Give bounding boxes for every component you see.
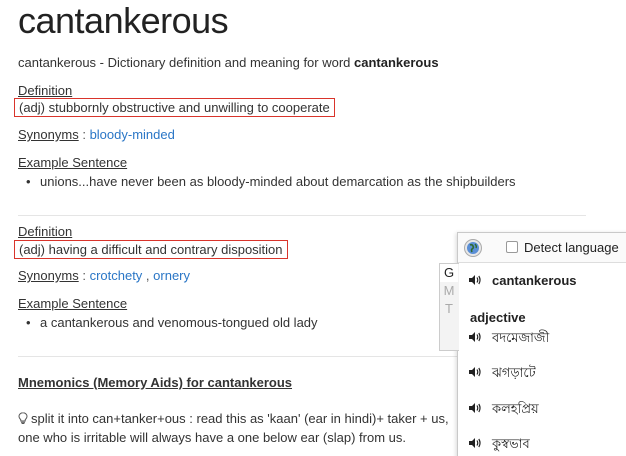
synonyms-label: Synonyms [18, 268, 79, 283]
divider [18, 215, 586, 216]
mnemonics-line: split it into can+tanker+ous : read this… [31, 411, 449, 426]
globe-icon[interactable] [464, 239, 482, 257]
tab-t[interactable]: T [440, 300, 458, 318]
translation-item: কলহপ্রিয় [468, 400, 539, 421]
example-label: Example Sentence [18, 296, 128, 311]
definition-label: Definition [18, 83, 73, 98]
tab-m[interactable]: M [440, 282, 458, 300]
lightbulb-icon [18, 410, 28, 424]
synonyms-label: Synonyms [18, 127, 79, 142]
synonym-link[interactable]: ornery [153, 268, 190, 283]
speaker-icon[interactable] [468, 402, 482, 414]
example-sentence: a cantankerous and venomous-tongued old … [28, 315, 318, 330]
translation-text: ঝগড়াটে [492, 365, 536, 380]
translation-item: ঝগড়াটে [468, 364, 536, 385]
translation-text: বদমেজাজী [492, 330, 550, 345]
translate-word-row: cantankerous [468, 273, 577, 288]
synonyms-row: Synonyms : bloody-minded [18, 127, 175, 142]
example-list: a cantankerous and venomous-tongued old … [28, 315, 318, 330]
translate-popup-header: Detect language [458, 233, 626, 263]
definition-label: Definition [18, 224, 73, 239]
mnemonics-line: one who is irritable will always have a … [18, 430, 407, 445]
translation-text: কুস্বভাব [492, 436, 530, 451]
mnemonics-text: split it into can+tanker+ous : read this… [18, 409, 468, 447]
speaker-icon[interactable] [468, 274, 482, 286]
translation-item: বদমেজাজী [468, 329, 549, 350]
definition-text: (adj) having a difficult and contrary di… [14, 240, 288, 259]
intro-prefix: cantankerous - Dictionary definition and… [18, 55, 355, 70]
speaker-icon[interactable] [468, 437, 482, 449]
mnemonics-title: Mnemonics (Memory Aids) for cantankerous [18, 375, 293, 390]
definition-text: (adj) stubbornly obstructive and unwilli… [14, 98, 335, 117]
detect-language-label[interactable]: Detect language [524, 240, 619, 255]
intro-text: cantankerous - Dictionary definition and… [18, 55, 439, 70]
example-list: unions...have never been as bloody-minde… [28, 174, 516, 189]
translation-item: কুস্বভাব [468, 435, 530, 456]
detect-language-checkbox[interactable] [506, 241, 518, 253]
intro-word: cantankerous [354, 55, 439, 70]
speaker-icon[interactable] [468, 366, 482, 378]
translation-text: কলহপ্রিয় [492, 401, 539, 416]
translate-source-word: cantankerous [492, 273, 577, 288]
divider [18, 356, 458, 357]
synonyms-row: Synonyms : crotchety , ornery [18, 268, 191, 283]
synonym-link[interactable]: crotchety [90, 268, 143, 283]
translate-popup: Detect language G M T cantankerous adjec… [439, 232, 626, 456]
part-of-speech: adjective [470, 310, 526, 325]
speaker-icon[interactable] [468, 331, 482, 343]
page-title: cantankerous [18, 0, 229, 41]
synonym-link[interactable]: bloody-minded [90, 127, 175, 142]
example-label: Example Sentence [18, 155, 128, 170]
translate-tabs: G M T [439, 263, 459, 351]
example-sentence: unions...have never been as bloody-minde… [28, 174, 516, 189]
tab-g[interactable]: G [440, 264, 458, 282]
